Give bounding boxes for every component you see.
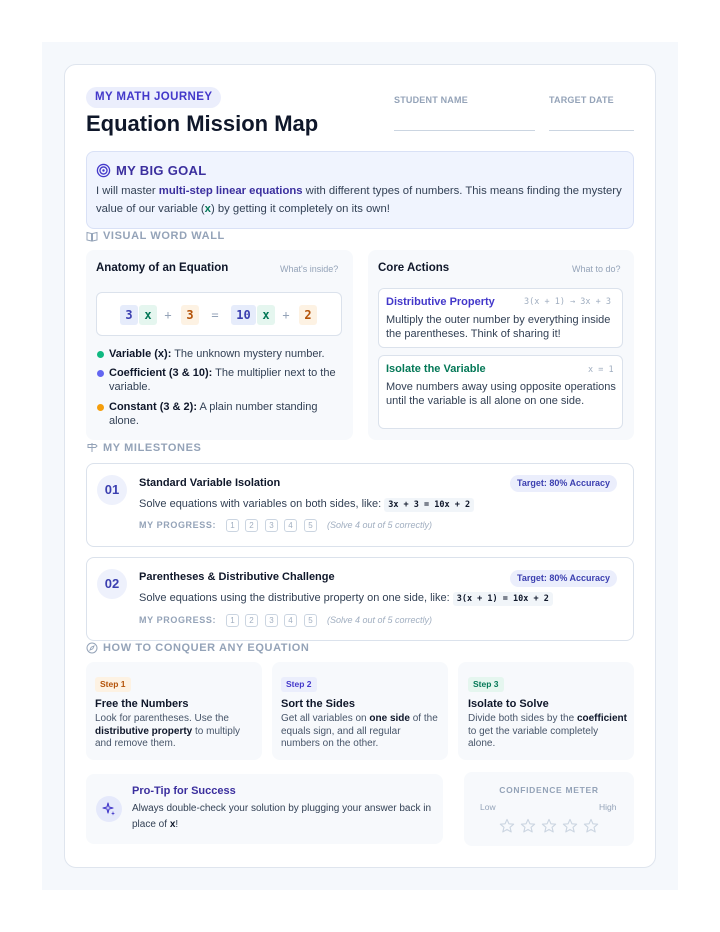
- step-description: Look for parentheses. Use the distributi…: [95, 713, 241, 749]
- pro-tip-text: Always double-check your solution by plu…: [132, 803, 432, 830]
- equation-token-constant: 3: [181, 305, 199, 325]
- step-title: Isolate to Solve: [468, 698, 549, 710]
- progress-label: MY PROGRESS:: [139, 520, 217, 530]
- step-title: Free the Numbers: [95, 698, 189, 710]
- milestone-description: Solve equations with variables on both s…: [139, 498, 475, 512]
- progress-checkbox[interactable]: 1: [226, 614, 239, 627]
- target-date-label: TARGET DATE: [549, 95, 614, 105]
- anatomy-title: Anatomy of an Equation: [96, 262, 229, 274]
- action-title: Distributive Property: [386, 296, 495, 308]
- variable-dot: [97, 351, 104, 358]
- star-icon[interactable]: [499, 818, 515, 834]
- step-badge: Step 3: [468, 677, 504, 692]
- action-example: x = 1: [588, 365, 614, 375]
- equation-token-coefficient: 10: [231, 305, 256, 325]
- action-example: 3(x + 1) → 3x + 3: [524, 297, 611, 307]
- target-icon: [96, 163, 111, 178]
- goal-text: I will master multi-step linear equation…: [96, 185, 622, 215]
- anatomy-hint: What's inside?: [280, 264, 339, 274]
- progress-checkbox[interactable]: 4: [284, 614, 297, 627]
- legend-coefficient: Coefficient (3 & 10): The multiplier nex…: [109, 367, 336, 393]
- student-name-field[interactable]: [394, 130, 535, 131]
- meter-low-label: Low: [480, 802, 496, 812]
- step-description: Divide both sides by the coefficient to …: [468, 713, 627, 749]
- equation-token-variable: x: [257, 305, 275, 325]
- star-icon[interactable]: [541, 818, 557, 834]
- progress-checkbox[interactable]: 5: [304, 614, 317, 627]
- milestone-number: 01: [97, 475, 127, 505]
- milestone-number: 02: [97, 569, 127, 599]
- core-actions-title: Core Actions: [378, 262, 450, 274]
- signpost-icon: [87, 443, 98, 452]
- target-badge: Target: 80% Accuracy: [510, 570, 618, 587]
- target-date-field[interactable]: [549, 130, 634, 131]
- action-title: Isolate the Variable: [386, 363, 486, 375]
- milestone-title: Standard Variable Isolation: [139, 477, 281, 489]
- equation-token-variable: x: [139, 305, 157, 325]
- pro-tip-title: Pro-Tip for Success: [132, 785, 236, 797]
- book-icon: [86, 231, 98, 242]
- star-icon[interactable]: [520, 818, 536, 834]
- confidence-meter-title: CONFIDENCE METER: [499, 785, 599, 795]
- example-equation: 3x + 3 = 10x + 2: [384, 498, 475, 512]
- example-equation: 3(x + 1) = 10x + 2: [452, 592, 553, 606]
- equation-token-operator: +: [164, 308, 172, 322]
- student-name-label: STUDENT NAME: [394, 95, 468, 105]
- page-title: Equation Mission Map: [86, 111, 319, 136]
- milestone-description: Solve equations using the distributive p…: [139, 592, 553, 606]
- coefficient-dot: [97, 370, 104, 377]
- progress-note: (Solve 4 out of 5 correctly): [327, 615, 433, 625]
- word-wall-label: VISUAL WORD WALL: [103, 230, 225, 242]
- target-badge: Target: 80% Accuracy: [510, 475, 618, 492]
- action-description: Multiply the outer number by everything …: [386, 314, 611, 340]
- progress-label: MY PROGRESS:: [139, 615, 217, 625]
- equation-token-operator: +: [282, 308, 290, 322]
- progress-checkbox[interactable]: 5: [304, 519, 317, 532]
- equation-token-constant: 2: [299, 305, 317, 325]
- progress-checkbox[interactable]: 1: [226, 519, 239, 532]
- milestone-title: Parentheses & Distributive Challenge: [139, 571, 335, 583]
- legend-constant: Constant (3 & 2): A plain number standin…: [109, 401, 318, 427]
- meter-high-label: High: [599, 802, 617, 812]
- progress-checkbox[interactable]: 3: [265, 519, 278, 532]
- core-actions-hint: What to do?: [572, 264, 621, 274]
- star-icon[interactable]: [562, 818, 578, 834]
- action-description: Move numbers away using opposite operati…: [386, 381, 616, 407]
- sparkle-icon: [102, 802, 115, 816]
- goal-title: MY BIG GOAL: [116, 163, 207, 178]
- progress-checkbox[interactable]: 3: [265, 614, 278, 627]
- step-description: Get all variables on one side of the equ…: [281, 713, 438, 749]
- compass-icon: [86, 642, 98, 654]
- progress-note: (Solve 4 out of 5 correctly): [327, 520, 433, 530]
- constant-dot: [97, 404, 104, 411]
- star-icon[interactable]: [583, 818, 599, 834]
- equation-token-equals: =: [211, 308, 219, 322]
- journey-badge: MY MATH JOURNEY: [86, 87, 222, 108]
- progress-checkbox[interactable]: 2: [245, 519, 258, 532]
- step-title: Sort the Sides: [281, 698, 355, 710]
- equation-token-coefficient: 3: [120, 305, 138, 325]
- conquer-label: HOW TO CONQUER ANY EQUATION: [103, 642, 310, 654]
- milestones-label: MY MILESTONES: [103, 442, 202, 454]
- step-badge: Step 1: [95, 677, 131, 692]
- progress-checkbox[interactable]: 2: [245, 614, 258, 627]
- legend-variable: Variable (x): The unknown mystery number…: [109, 348, 325, 360]
- progress-checkbox[interactable]: 4: [284, 519, 297, 532]
- step-badge: Step 2: [281, 677, 317, 692]
